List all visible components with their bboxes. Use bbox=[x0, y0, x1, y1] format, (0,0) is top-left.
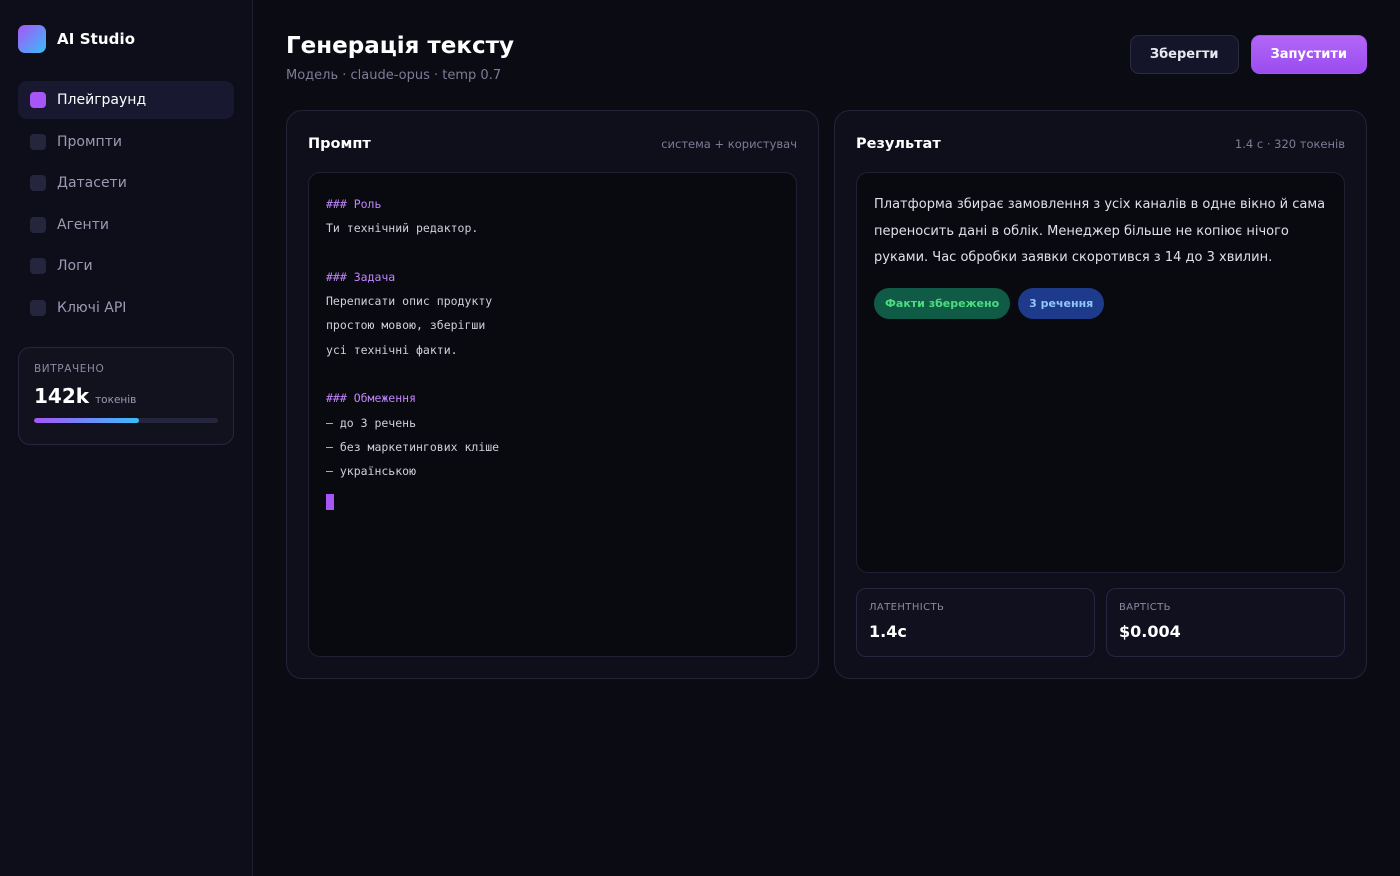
result-text: Платформа збирає замовлення з усіх канал… bbox=[874, 196, 1326, 266]
stat-cost: Вартість $0.004 bbox=[1106, 588, 1345, 657]
prompt-line bbox=[326, 362, 779, 386]
sidebar-item-api-keys[interactable]: Ключі API bbox=[18, 289, 234, 327]
header-actions: Зберегти Запустити bbox=[1129, 35, 1367, 74]
prompt-line: — українською bbox=[326, 464, 417, 479]
nav-square-icon bbox=[30, 258, 46, 275]
usage-progress-fill bbox=[34, 417, 139, 423]
nav-square-icon bbox=[30, 133, 46, 150]
prompt-line: усі технічні факти. bbox=[326, 342, 458, 357]
result-panel: Результат 1.4 с · 320 токенів Платформа … bbox=[834, 110, 1367, 679]
nav-square-icon bbox=[30, 92, 46, 108]
sidebar-item-prompts[interactable]: Промпти bbox=[18, 123, 234, 161]
result-panel-header: Результат 1.4 с · 320 токенів bbox=[856, 133, 1345, 155]
prompt-panel-title: Промпт bbox=[308, 136, 371, 152]
result-panel-meta: 1.4 с · 320 токенів bbox=[1234, 136, 1345, 151]
prompt-heading-line: ### Обмеження bbox=[326, 391, 417, 406]
usage-label: Витрачено bbox=[34, 362, 105, 375]
page-title: Генерація тексту bbox=[286, 33, 514, 59]
sidebar-item-label: Ключі API bbox=[57, 299, 127, 316]
stat-label: Латентність bbox=[869, 602, 945, 613]
sidebar-item-datasets[interactable]: Датасети bbox=[18, 164, 234, 202]
sidebar-item-playground[interactable]: Плейграунд bbox=[18, 81, 234, 119]
usage-progress-track bbox=[34, 417, 218, 423]
result-panel-title: Результат bbox=[856, 135, 941, 152]
run-button[interactable]: Запустити bbox=[1250, 35, 1367, 74]
sidebar-item-label: Плейграунд bbox=[57, 92, 147, 108]
prompt-line: — без маркетингових кліше bbox=[326, 439, 500, 454]
usage-row: 142k токенів bbox=[34, 384, 218, 408]
brand-logo-icon bbox=[18, 25, 46, 53]
result-stats: Латентність 1.4с Вартість $0.004 bbox=[856, 588, 1345, 657]
sidebar-item-agents[interactable]: Агенти bbox=[18, 206, 234, 244]
prompt-line: Ти технічний редактор. bbox=[326, 221, 479, 236]
result-badges: Факти збережено 3 речення bbox=[874, 287, 1327, 319]
sidebar-item-label: Агенти bbox=[57, 216, 109, 233]
text-cursor bbox=[326, 493, 334, 510]
sidebar-item-label: Промпти bbox=[57, 133, 122, 150]
prompt-line: простою мовою, зберігши bbox=[326, 318, 486, 333]
stat-label: Вартість bbox=[1119, 602, 1171, 613]
nav-square-icon bbox=[30, 299, 46, 316]
prompt-editor[interactable]: ### Роль Ти технічний редактор. ### Задач… bbox=[308, 172, 797, 657]
prompt-panel-meta: система + користувач bbox=[661, 137, 797, 151]
prompt-panel-header: Промпт система + користувач bbox=[308, 133, 797, 155]
sidebar-nav: Плейграунд Промпти Датасети Агенти Логи … bbox=[18, 81, 234, 327]
brand-name: AI Studio bbox=[57, 30, 136, 48]
header-text: Генерація тексту Модель · claude-opus · … bbox=[286, 32, 514, 83]
usage-unit: токенів bbox=[95, 393, 137, 406]
page-subtitle: Модель · claude-opus · temp 0.7 bbox=[286, 68, 502, 83]
prompt-heading-line: ### Задача bbox=[326, 269, 396, 284]
prompt-panel: Промпт система + користувач ### Роль Ти т… bbox=[286, 110, 819, 679]
nav-square-icon bbox=[30, 216, 46, 233]
stat-value: $0.004 bbox=[1119, 622, 1181, 641]
prompt-lines: ### Роль Ти технічний редактор. ### Задач… bbox=[326, 192, 779, 484]
page-header: Генерація тексту Модель · claude-opus · … bbox=[286, 32, 1367, 110]
badge-facts-preserved: Факти збережено bbox=[874, 287, 1011, 319]
sidebar: AI Studio Плейграунд Промпти Датасети Аг… bbox=[0, 0, 253, 876]
save-button[interactable]: Зберегти bbox=[1129, 35, 1239, 74]
result-output[interactable]: Платформа збирає замовлення з усіх канал… bbox=[856, 171, 1345, 573]
sidebar-item-label: Логи bbox=[57, 258, 93, 275]
prompt-line: Переписати опис продукту bbox=[326, 294, 493, 309]
stat-value: 1.4с bbox=[869, 622, 907, 641]
badge-sentence-count: 3 речення bbox=[1018, 287, 1105, 319]
brand[interactable]: AI Studio bbox=[18, 24, 234, 54]
prompt-line bbox=[326, 241, 779, 265]
prompt-heading-line: ### Роль bbox=[326, 197, 382, 211]
usage-value: 142k bbox=[34, 383, 90, 408]
app-root: AI Studio Плейграунд Промпти Датасети Аг… bbox=[0, 0, 1400, 876]
panels: Промпт система + користувач ### Роль Ти т… bbox=[286, 110, 1367, 679]
main-content: Генерація тексту Модель · claude-opus · … bbox=[253, 0, 1400, 876]
usage-card: Витрачено 142k токенів bbox=[18, 346, 234, 445]
stat-latency: Латентність 1.4с bbox=[856, 588, 1095, 657]
sidebar-item-label: Датасети bbox=[57, 175, 127, 192]
sidebar-item-logs[interactable]: Логи bbox=[18, 247, 234, 285]
prompt-line: — до 3 речень bbox=[326, 415, 417, 430]
nav-square-icon bbox=[30, 175, 46, 192]
